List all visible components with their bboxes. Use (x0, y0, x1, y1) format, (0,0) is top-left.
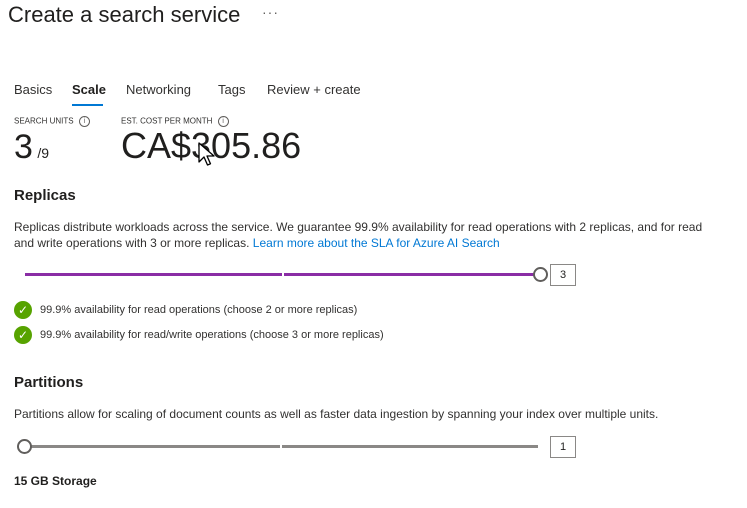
replicas-slider-track-left (25, 273, 282, 276)
replicas-slider-track-right (284, 273, 534, 276)
replicas-heading: Replicas (14, 187, 76, 204)
replicas-slider-thumb[interactable] (533, 267, 548, 282)
partitions-slider-track-right (282, 445, 538, 448)
search-units-value: 3 (14, 128, 33, 166)
read-availability-text: 99.9% availability for read operations (… (40, 304, 358, 316)
read-write-availability-text: 99.9% availability for read/write operat… (40, 329, 384, 341)
search-units-label-text: SEARCH UNITS (14, 116, 74, 126)
tab-basics[interactable]: Basics (14, 82, 52, 97)
replicas-slider[interactable] (25, 262, 548, 286)
partitions-slider-track-left (23, 445, 280, 448)
check-circle-icon: ✓ (14, 301, 32, 319)
partitions-heading: Partitions (14, 374, 84, 391)
partitions-value-input[interactable]: 1 (550, 436, 576, 458)
info-icon[interactable]: i (78, 116, 90, 127)
tab-networking[interactable]: Networking (126, 82, 191, 97)
check-circle-icon: ✓ (14, 326, 32, 344)
tab-scale[interactable]: Scale (72, 82, 106, 97)
replicas-value-input[interactable]: 3 (550, 264, 576, 286)
more-options-icon[interactable]: ··· (262, 4, 279, 20)
active-tab-indicator (72, 104, 103, 106)
partitions-description: Partitions allow for scaling of document… (14, 407, 659, 421)
search-units-label: SEARCH UNITS i (14, 116, 90, 127)
replicas-description: Replicas distribute workloads across the… (14, 219, 714, 251)
partitions-slider-thumb[interactable] (17, 439, 32, 454)
tab-tags[interactable]: Tags (218, 82, 245, 97)
mouse-cursor-icon (198, 142, 215, 166)
page-title: Create a search service (8, 2, 241, 27)
storage-label: 15 GB Storage (14, 474, 97, 488)
search-units-max: /9 (37, 145, 50, 161)
search-units-display: 3 /9 (14, 130, 49, 164)
tab-review-create[interactable]: Review + create (267, 82, 361, 97)
partitions-slider[interactable] (17, 434, 542, 458)
sla-learn-more-link[interactable]: Learn more about the SLA for Azure AI Se… (253, 236, 500, 250)
